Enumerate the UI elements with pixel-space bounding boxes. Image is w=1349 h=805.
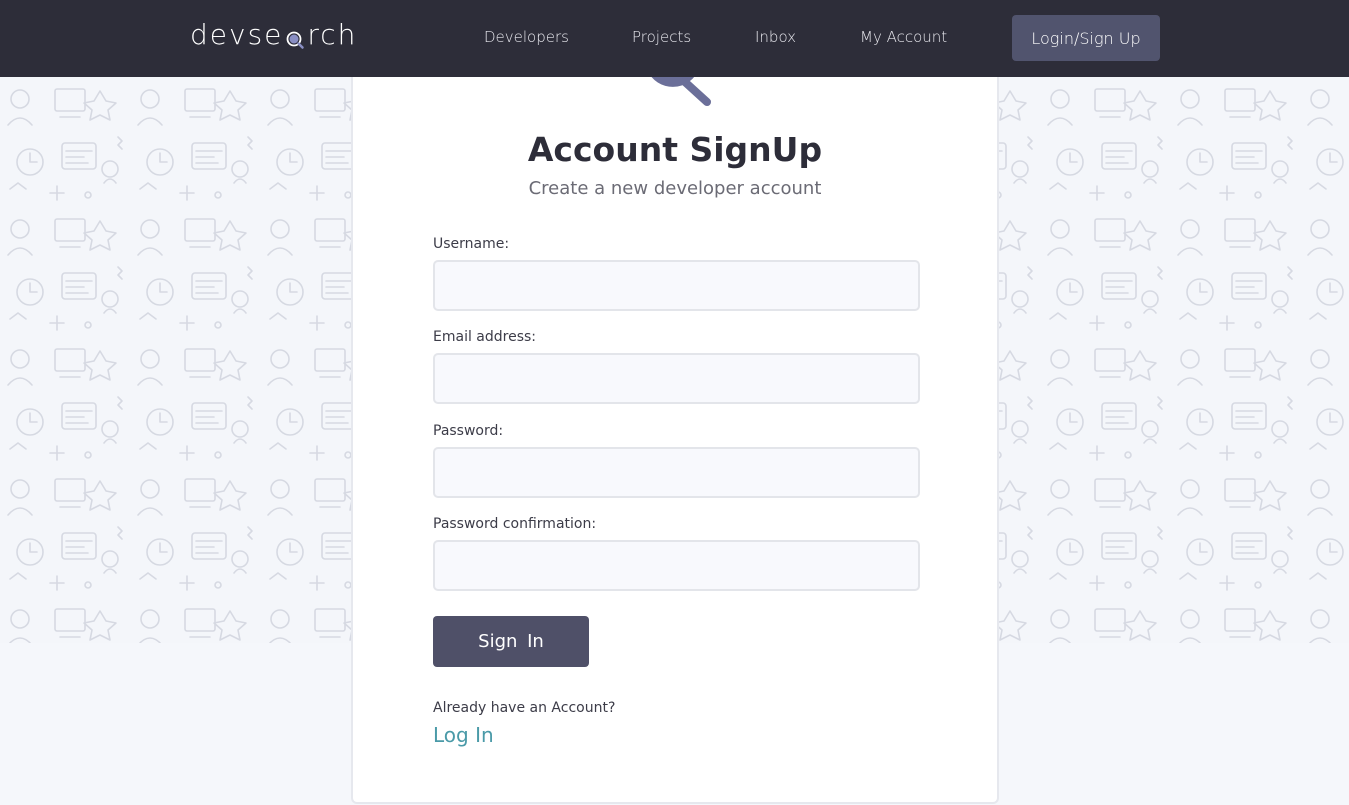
log-in-link[interactable]: Log In <box>433 723 494 747</box>
already-have-account-text: Already have an Account? <box>433 700 616 716</box>
password-confirmation-label: Password confirmation: <box>433 516 597 532</box>
nav-link-my-account[interactable]: My Account <box>860 28 947 46</box>
password-confirmation-input[interactable] <box>433 540 920 591</box>
password-input[interactable] <box>433 447 920 498</box>
signup-card: Account SignUp Create a new developer ac… <box>351 60 999 804</box>
nav-link-inbox[interactable]: Inbox <box>755 28 796 46</box>
nav-link-developers[interactable]: Developers <box>484 28 569 46</box>
page: devse rch Developers Projects Inbox My A… <box>0 0 1349 805</box>
login-signup-button[interactable]: Login/Sign Up <box>1012 15 1160 61</box>
navbar: devse rch Developers Projects Inbox My A… <box>0 0 1349 77</box>
page-title: Account SignUp <box>527 130 823 169</box>
logo-text-right: rch <box>307 18 358 51</box>
username-label: Username: <box>433 236 510 252</box>
username-input[interactable] <box>433 260 920 311</box>
email-label: Email address: <box>433 329 537 345</box>
email-input[interactable] <box>433 353 920 404</box>
password-label: Password: <box>433 423 504 439</box>
sign-in-button[interactable]: Sign In <box>433 616 589 667</box>
magnifier-icon <box>284 24 306 49</box>
nav-link-projects[interactable]: Projects <box>632 28 691 46</box>
logo[interactable]: devse rch <box>190 18 357 51</box>
logo-text-left: devse <box>190 18 284 51</box>
page-subtitle: Create a new developer account <box>528 178 822 199</box>
